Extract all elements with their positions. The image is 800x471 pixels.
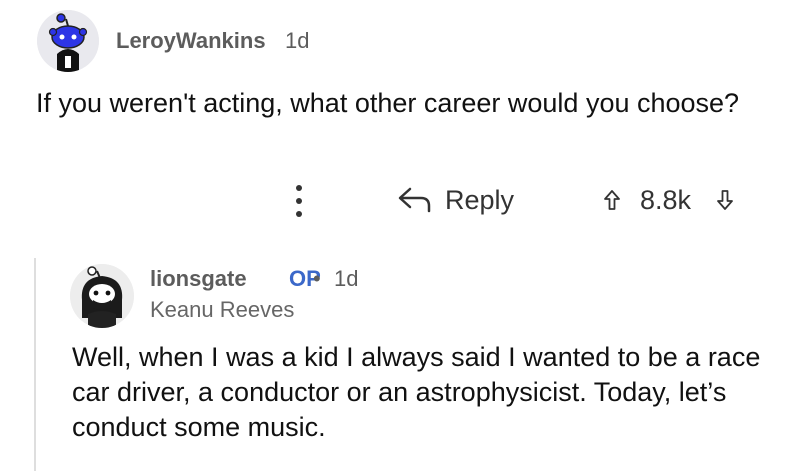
score: 8.8k: [640, 184, 692, 215]
reply-arrow-icon: [398, 187, 431, 213]
vote-controls: 8.8k: [604, 181, 733, 219]
thread-line[interactable]: [34, 258, 36, 471]
snoo-avatar-icon: [70, 264, 134, 328]
avatar[interactable]: [70, 264, 134, 328]
reply-label: Reply: [445, 184, 515, 215]
comment-thread: LeroyWankins 1d If you weren't acting, w…: [0, 0, 800, 471]
username[interactable]: lionsgate: [150, 266, 247, 292]
avatar[interactable]: [37, 10, 99, 72]
upvote-icon[interactable]: [604, 189, 620, 211]
user-flair: Keanu Reeves: [150, 297, 295, 322]
timestamp: 1d: [334, 266, 359, 291]
separator: •: [313, 266, 321, 291]
more-vertical-icon[interactable]: [289, 181, 309, 221]
comment-body: If you weren't acting, what other career…: [36, 88, 740, 118]
comment-body: Well, when I was a kid I always said I w…: [72, 342, 761, 442]
snoo-avatar-icon: [37, 10, 99, 72]
downvote-icon[interactable]: [717, 189, 733, 211]
username[interactable]: LeroyWankins: [116, 28, 266, 54]
reply-button[interactable]: Reply: [397, 181, 514, 219]
timestamp: 1d: [285, 28, 310, 53]
